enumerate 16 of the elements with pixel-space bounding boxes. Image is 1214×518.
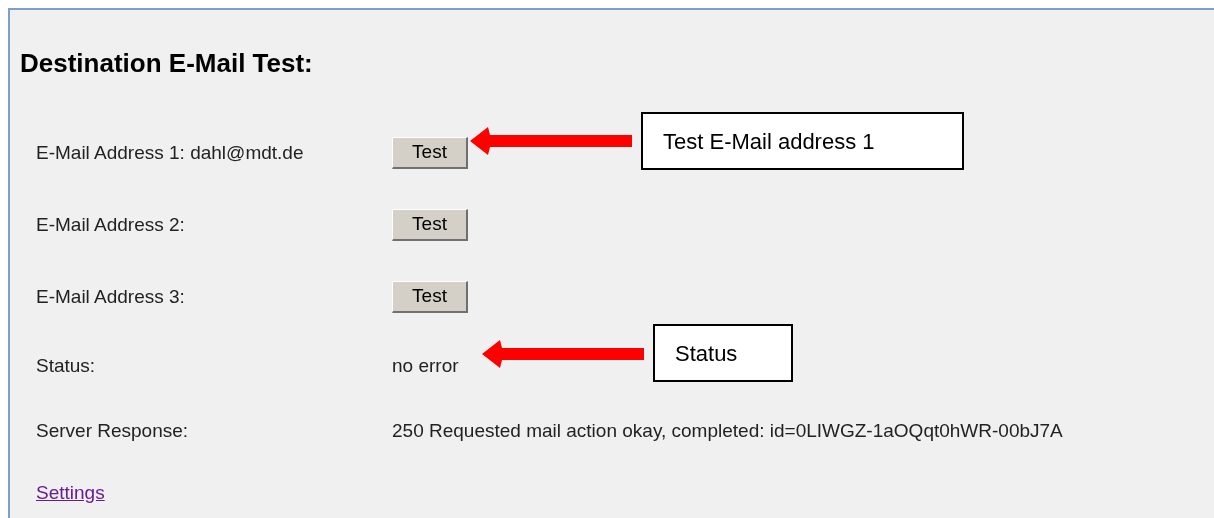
- field-label: E-Mail Address 3:: [36, 284, 186, 309]
- field-label: E-Mail Address 2:: [36, 212, 186, 237]
- test-button[interactable]: Test: [392, 137, 468, 169]
- arrow-icon: [468, 125, 634, 157]
- callout-box: Test E-Mail address 1: [641, 112, 964, 170]
- test-button[interactable]: Test: [392, 209, 468, 241]
- field-value: 250 Requested mail action okay, completed: id=0LIWGZ-1aOQqt0hWR-00bJ7A: [392, 418, 1063, 443]
- page-title: Destination E-Mail Test:: [20, 47, 313, 80]
- arrow-icon: [480, 338, 646, 370]
- field-value: no error: [392, 353, 459, 378]
- field-label: Server Response:: [36, 418, 190, 443]
- callout-box: Status: [653, 324, 793, 382]
- field-label: Status:: [36, 353, 97, 378]
- field-label: E-Mail Address 1: dahl@mdt.de: [36, 140, 305, 165]
- settings-link[interactable]: Settings: [36, 478, 105, 508]
- test-button[interactable]: Test: [392, 281, 468, 313]
